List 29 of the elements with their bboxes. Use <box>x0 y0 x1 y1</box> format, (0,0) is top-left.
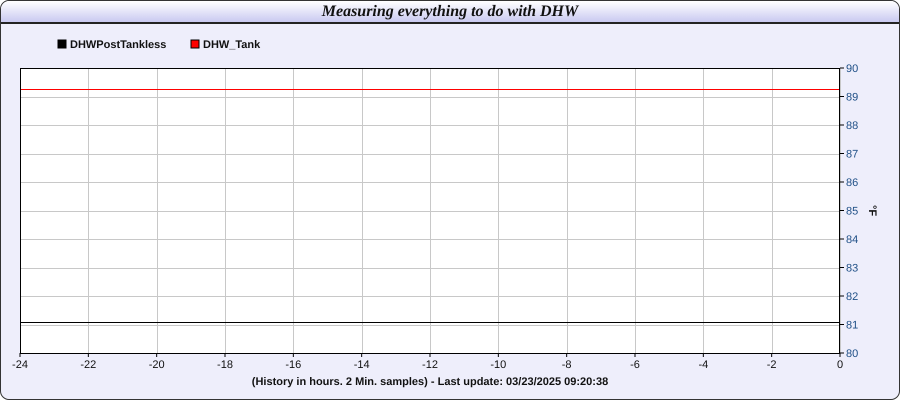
x-tick-label: -16 <box>285 359 302 371</box>
y-tick-label: 84 <box>846 234 858 246</box>
x-tick-label: 0 <box>836 359 844 371</box>
x-tick-label: -12 <box>422 359 438 371</box>
y-tick-label: 83 <box>846 262 858 274</box>
x-tick-label: -18 <box>217 359 233 371</box>
y-tick-label: 82 <box>846 291 858 303</box>
y-tick-label: 81 <box>846 320 858 332</box>
y-tick-label: 89 <box>846 92 858 104</box>
x-tick-label: -14 <box>354 359 370 371</box>
y-tick-label: 85 <box>846 206 858 218</box>
window-title: Measuring everything to do with DHW <box>322 2 578 22</box>
x-tick-label: -24 <box>12 359 28 371</box>
x-tick-label: -2 <box>766 359 777 371</box>
y-tick-label: 90 <box>846 63 858 75</box>
x-tick-label: -10 <box>490 359 506 371</box>
x-tick-label: -22 <box>80 359 96 371</box>
legend-label: DHWPostTankless <box>70 39 166 51</box>
y-tick-label: 88 <box>846 120 858 132</box>
x-axis-label: (History in hours. 2 Min. samples) - Last update: 03/23/2025 09:20:38 <box>252 376 608 388</box>
y-tick-label: 80 <box>846 348 858 360</box>
y-tick-label: 87 <box>846 148 858 160</box>
x-tick-label: -8 <box>562 359 572 371</box>
x-tick-label: -4 <box>698 359 708 371</box>
x-tick-label: -20 <box>148 359 165 371</box>
legend-label: DHW_Tank <box>203 39 260 51</box>
y-axis-label: °F <box>866 204 878 216</box>
x-tick-label: -6 <box>630 359 640 371</box>
y-tick-label: 86 <box>846 177 858 189</box>
